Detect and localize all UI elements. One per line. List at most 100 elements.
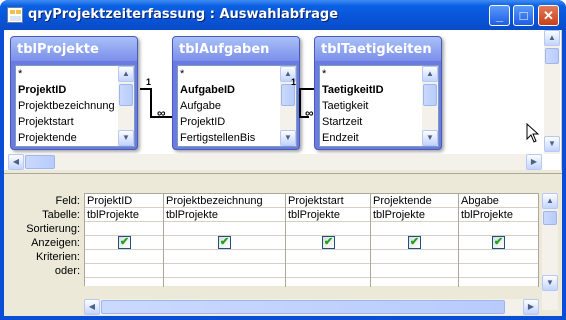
table-title[interactable]: tblProjekte: [11, 37, 137, 61]
show-checkbox[interactable]: ✔: [492, 236, 505, 249]
show-checkbox[interactable]: ✔: [408, 236, 421, 249]
field-item[interactable]: ProjektID: [178, 114, 296, 130]
table-pane-vscrollbar[interactable]: ▲ ▼: [544, 30, 560, 154]
scroll-thumb[interactable]: [25, 155, 55, 169]
cell-feld[interactable]: Projektstart: [286, 194, 370, 208]
scroll-thumb[interactable]: [423, 84, 437, 106]
cell-sortierung[interactable]: [85, 222, 163, 236]
cell-tabelle[interactable]: tblProjekte: [459, 208, 538, 222]
cell-tabelle[interactable]: tblProjekte: [371, 208, 458, 222]
row-label-tabelle: Tabelle:: [42, 209, 80, 221]
arrow-right-icon[interactable]: ▶: [526, 154, 542, 170]
scroll-thumb[interactable]: [281, 84, 295, 106]
field-item[interactable]: FertigstellenBis: [178, 130, 296, 146]
arrow-up-icon[interactable]: ▲: [542, 193, 558, 209]
table-title[interactable]: tblAufgaben: [173, 37, 299, 61]
cell-tabelle[interactable]: tblProjekte: [85, 208, 163, 222]
cell-oder[interactable]: [85, 264, 163, 278]
arrow-up-icon[interactable]: ▲: [422, 66, 438, 82]
query-grid-vscrollbar[interactable]: ▲ ▼: [542, 193, 558, 310]
arrow-down-icon[interactable]: ▼: [118, 130, 134, 146]
cell-sortierung[interactable]: [459, 222, 538, 236]
mouse-pointer-icon: [526, 123, 540, 143]
close-button[interactable]: ✕: [538, 5, 559, 26]
table-pane[interactable]: tblProjekte * ProjektID Projektbezeichnu…: [4, 30, 562, 170]
field-item[interactable]: *: [16, 66, 134, 82]
cell-kriterien[interactable]: [164, 250, 285, 264]
field-item[interactable]: Taetigkeit: [320, 98, 438, 114]
arrow-left-icon[interactable]: ◀: [8, 154, 24, 170]
scroll-thumb[interactable]: [119, 84, 133, 106]
arrow-down-icon[interactable]: ▼: [280, 130, 296, 146]
cell-tabelle[interactable]: tblProjekte: [286, 208, 370, 222]
query-grid-pane: Feld: Tabelle: Sortierung: Anzeigen: Kri…: [4, 178, 562, 316]
show-checkbox[interactable]: ✔: [218, 236, 231, 249]
cell-kriterien[interactable]: [85, 250, 163, 264]
field-item-key[interactable]: TaetigkeitID: [320, 82, 438, 98]
row-label-anzeigen: Anzeigen:: [31, 237, 80, 249]
cell-feld[interactable]: Projektbezeichnung: [164, 194, 285, 208]
field-list: * AufgabeID Aufgabe ProjektID Fertigstel…: [177, 65, 297, 147]
scroll-thumb[interactable]: [543, 211, 557, 225]
pane-splitter[interactable]: [4, 173, 562, 177]
relationship-many-label: ∞: [157, 106, 166, 120]
cell-anzeigen: ✔: [371, 236, 458, 250]
scroll-thumb[interactable]: [101, 300, 505, 314]
arrow-down-icon[interactable]: ▼: [544, 136, 560, 152]
arrow-left-icon[interactable]: ◀: [84, 299, 100, 315]
field-item[interactable]: *: [178, 66, 296, 82]
maximize-button[interactable]: □: [513, 5, 534, 26]
cell-oder[interactable]: [459, 264, 538, 278]
arrow-right-icon[interactable]: ▶: [523, 299, 539, 315]
table-tblAufgaben[interactable]: tblAufgaben * AufgabeID Aufgabe ProjektI…: [172, 36, 300, 150]
minimize-button[interactable]: _: [489, 5, 510, 26]
title-bar[interactable]: qryProjektzeiterfassung : Auswahlabfrage…: [0, 0, 566, 30]
field-list-scrollbar[interactable]: ▲ ▼: [422, 66, 438, 146]
arrow-up-icon[interactable]: ▲: [544, 30, 560, 46]
arrow-up-icon[interactable]: ▲: [118, 66, 134, 82]
show-checkbox[interactable]: ✔: [118, 236, 131, 249]
relationship-line[interactable]: [301, 88, 315, 90]
query-grid-hscrollbar[interactable]: ◀ ▶: [84, 299, 539, 315]
cell-feld[interactable]: ProjektID: [85, 194, 163, 208]
scroll-thumb[interactable]: [545, 48, 559, 64]
arrow-down-icon[interactable]: ▼: [542, 275, 558, 291]
arrow-down-icon[interactable]: ▼: [422, 130, 438, 146]
field-item-key[interactable]: AufgabeID: [178, 82, 296, 98]
cell-feld[interactable]: Abgabe: [459, 194, 538, 208]
cell-oder[interactable]: [286, 264, 370, 278]
field-list: * ProjektID Projektbezeichnung Projektst…: [15, 65, 135, 147]
cell-anzeigen: ✔: [85, 236, 163, 250]
relationship-line[interactable]: [150, 88, 152, 118]
field-item[interactable]: Projektstart: [16, 114, 134, 130]
field-item-key[interactable]: ProjektID: [16, 82, 134, 98]
relationship-many-label: ∞: [305, 106, 314, 120]
table-tblProjekte[interactable]: tblProjekte * ProjektID Projektbezeichnu…: [10, 36, 138, 150]
grid-column: Projektstart tblProjekte ✔: [286, 194, 371, 287]
cell-kriterien[interactable]: [459, 250, 538, 264]
field-item[interactable]: Startzeit: [320, 114, 438, 130]
cell-kriterien[interactable]: [286, 250, 370, 264]
cell-tabelle[interactable]: tblProjekte: [164, 208, 285, 222]
cell-sortierung[interactable]: [371, 222, 458, 236]
table-pane-hscrollbar[interactable]: ◀ ▶: [8, 154, 542, 170]
query-icon[interactable]: [7, 7, 23, 23]
cell-feld[interactable]: Projektende: [371, 194, 458, 208]
show-checkbox[interactable]: ✔: [322, 236, 335, 249]
field-item[interactable]: Projektbezeichnung: [16, 98, 134, 114]
field-item[interactable]: Projektende: [16, 130, 134, 146]
field-item[interactable]: *: [320, 66, 438, 82]
cell-sortierung[interactable]: [164, 222, 285, 236]
relationship-line[interactable]: [299, 88, 301, 118]
table-title[interactable]: tblTaetigkeiten: [315, 37, 441, 61]
field-item[interactable]: Endzeit: [320, 130, 438, 146]
cell-sortierung[interactable]: [286, 222, 370, 236]
cell-oder[interactable]: [371, 264, 458, 278]
table-tblTaetigkeiten[interactable]: tblTaetigkeiten * TaetigkeitID Taetigkei…: [314, 36, 442, 150]
grid-column: ProjektID tblProjekte ✔: [85, 194, 164, 287]
cell-kriterien[interactable]: [371, 250, 458, 264]
relationship-line[interactable]: [140, 88, 150, 90]
field-item[interactable]: Aufgabe: [178, 98, 296, 114]
field-list-scrollbar[interactable]: ▲ ▼: [118, 66, 134, 146]
cell-oder[interactable]: [164, 264, 285, 278]
